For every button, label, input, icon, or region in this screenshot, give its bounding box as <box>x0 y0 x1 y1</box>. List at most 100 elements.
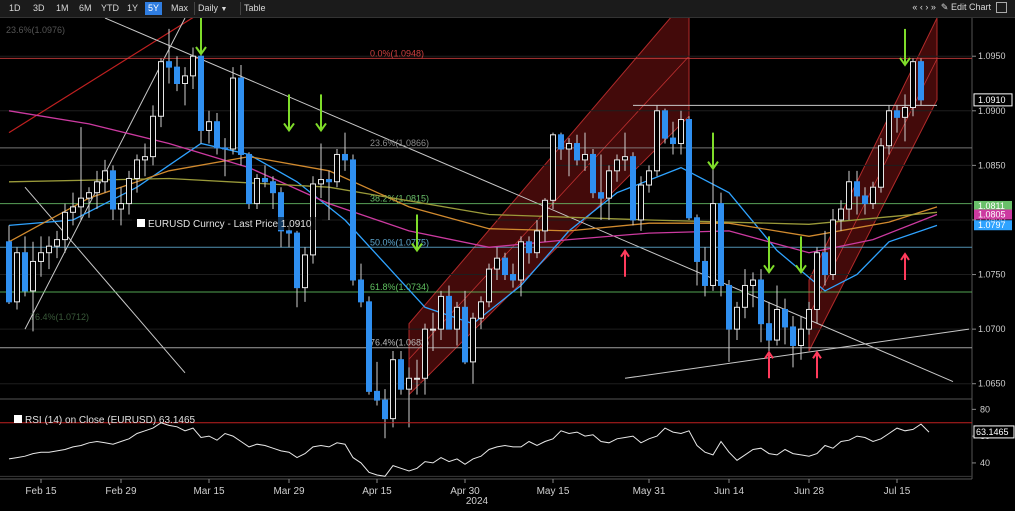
range-ytd[interactable]: YTD <box>98 2 122 15</box>
candle-body <box>302 254 308 289</box>
table-button[interactable]: Table <box>240 2 269 15</box>
candle-body <box>182 75 188 85</box>
candle-body <box>758 279 764 325</box>
candle-body <box>726 284 732 330</box>
fib-label: 76.4%(1.0683) <box>370 338 429 348</box>
candle-body <box>374 390 380 401</box>
candle-body <box>438 295 444 330</box>
scroll-last-icon[interactable]: » <box>931 2 936 12</box>
candle-body <box>606 170 612 199</box>
candle-body <box>414 377 420 380</box>
candle-body <box>86 192 92 199</box>
candle-body <box>822 252 828 276</box>
candle-body <box>902 107 908 118</box>
candle-body <box>846 181 852 210</box>
range-5y[interactable]: 5Y <box>145 2 163 15</box>
candle-body <box>198 55 204 131</box>
range-1d[interactable]: 1D <box>6 2 24 15</box>
candle-body <box>382 399 388 420</box>
rsi-value-label: 63.1465 <box>976 427 1009 437</box>
candle-body <box>94 181 100 194</box>
period-label: Daily <box>198 3 219 13</box>
candle-body <box>406 377 412 390</box>
candle-body <box>886 110 892 147</box>
candle-body <box>486 268 492 303</box>
x-tick-label: Jul 15 <box>884 486 911 497</box>
rsi-legend-label: RSI (14) on Close (EURUSD) 63.1465 <box>25 415 196 426</box>
candle-body <box>598 192 604 199</box>
candle-body <box>62 211 68 241</box>
scroll-right-icon[interactable]: › <box>925 2 928 12</box>
candle-body <box>742 284 748 308</box>
candle-body <box>102 170 108 183</box>
candle-body <box>686 119 692 219</box>
price-chart[interactable]: 0.0%(1.0948)23.6%(1.0866)38.2%(1.0815)50… <box>0 18 1015 511</box>
candle-body <box>654 110 660 172</box>
candle-body <box>142 156 148 161</box>
x-year-label: 2024 <box>466 496 489 507</box>
candle-body <box>830 219 836 276</box>
rsi-y-tick-label: 40 <box>980 458 990 468</box>
candle-body <box>550 134 556 201</box>
chart-settings-icon[interactable] <box>996 2 1007 14</box>
candle-body <box>854 181 860 197</box>
candle-body <box>542 199 548 232</box>
candle-body <box>22 252 28 292</box>
candle-body <box>342 153 348 161</box>
candle-body <box>30 260 36 292</box>
candle-body <box>214 121 220 149</box>
candle-body <box>502 257 508 276</box>
candle-body <box>318 179 324 185</box>
candle-body <box>534 230 540 254</box>
candle-body <box>510 274 516 281</box>
candle-body <box>638 184 644 221</box>
candle-body <box>430 328 436 331</box>
candle-body <box>254 177 260 205</box>
range-max[interactable]: Max <box>168 2 191 15</box>
candle-body <box>174 66 180 85</box>
scroll-first-icon[interactable]: « <box>912 2 917 12</box>
candle-body <box>262 177 268 183</box>
price-legend: EURUSD Curncy - Last Price 1.0910 <box>132 217 322 230</box>
x-tick-label: Mar 15 <box>193 486 225 497</box>
candle-body <box>630 156 636 221</box>
x-tick-label: Jun 14 <box>714 486 744 497</box>
x-tick-label: Mar 29 <box>273 486 305 497</box>
candle-body <box>614 159 620 172</box>
range-6m[interactable]: 6M <box>76 2 95 15</box>
scroll-left-icon[interactable]: ‹ <box>920 2 923 12</box>
rsi-legend: RSI (14) on Close (EURUSD) 63.1465 <box>14 415 196 426</box>
candle-body <box>526 241 532 254</box>
edit-chart-button[interactable]: ✎ Edit Chart <box>941 2 991 12</box>
candle-body <box>590 153 596 194</box>
candle-body <box>518 241 524 281</box>
candle-body <box>734 306 740 330</box>
range-1m[interactable]: 1M <box>53 2 72 15</box>
range-1y[interactable]: 1Y <box>124 2 141 15</box>
y-tick-label: 1.0650 <box>978 379 1006 389</box>
candle-body <box>118 203 124 210</box>
candle-body <box>54 239 60 247</box>
candle-body <box>766 323 772 341</box>
chart-controls: « ‹ › » ✎ Edit Chart <box>912 2 1007 14</box>
candle-body <box>878 145 884 188</box>
candle-body <box>566 143 572 150</box>
candle-body <box>222 147 228 150</box>
candle-body <box>910 61 916 109</box>
candle-body <box>462 306 468 363</box>
candle-body <box>158 61 164 117</box>
ma-value-label: 1.0805 <box>978 210 1006 220</box>
candle-body <box>366 301 372 392</box>
candle-body <box>134 159 140 179</box>
candle-body <box>582 153 588 161</box>
period-dropdown[interactable]: Daily ▼ <box>194 2 230 15</box>
candle-body <box>206 121 212 131</box>
x-tick-label: Feb 15 <box>25 486 57 497</box>
candle-body <box>454 306 460 330</box>
candle-body <box>446 295 452 330</box>
candle-body <box>478 301 484 319</box>
range-3d[interactable]: 3D <box>30 2 48 15</box>
y-tick-label: 1.0900 <box>978 106 1006 116</box>
candle-body <box>422 328 428 379</box>
candle-body <box>814 252 820 310</box>
